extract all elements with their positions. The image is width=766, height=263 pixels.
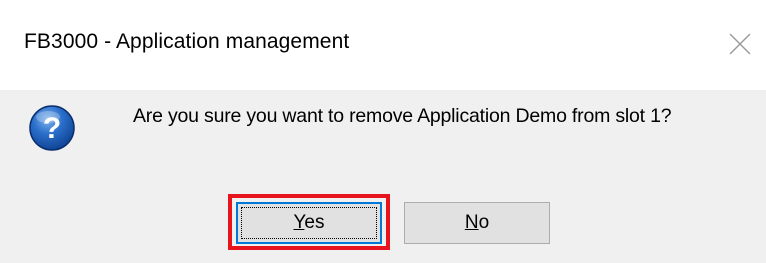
message-dialog: FB3000 - Application management ? Are yo… bbox=[0, 0, 766, 263]
no-button[interactable]: No bbox=[404, 202, 550, 244]
dialog-message: Are you sure you want to remove Applicat… bbox=[133, 105, 672, 127]
yes-label-rest: es bbox=[304, 212, 325, 233]
close-button[interactable] bbox=[720, 24, 760, 64]
yes-mnemonic: Y bbox=[293, 212, 305, 233]
dialog-content: ? Are you sure you want to remove Applic… bbox=[0, 90, 766, 263]
dialog-title: FB3000 - Application management bbox=[24, 30, 350, 53]
question-icon: ? bbox=[29, 105, 75, 151]
no-button-label: No bbox=[465, 212, 489, 234]
yes-button-label: Yes bbox=[293, 212, 324, 234]
close-icon bbox=[729, 33, 751, 55]
yes-button[interactable]: Yes bbox=[236, 202, 382, 244]
title-bar: FB3000 - Application management bbox=[0, 0, 766, 90]
no-mnemonic: N bbox=[464, 212, 479, 233]
no-label-rest: o bbox=[478, 212, 490, 233]
svg-text:?: ? bbox=[43, 112, 61, 145]
